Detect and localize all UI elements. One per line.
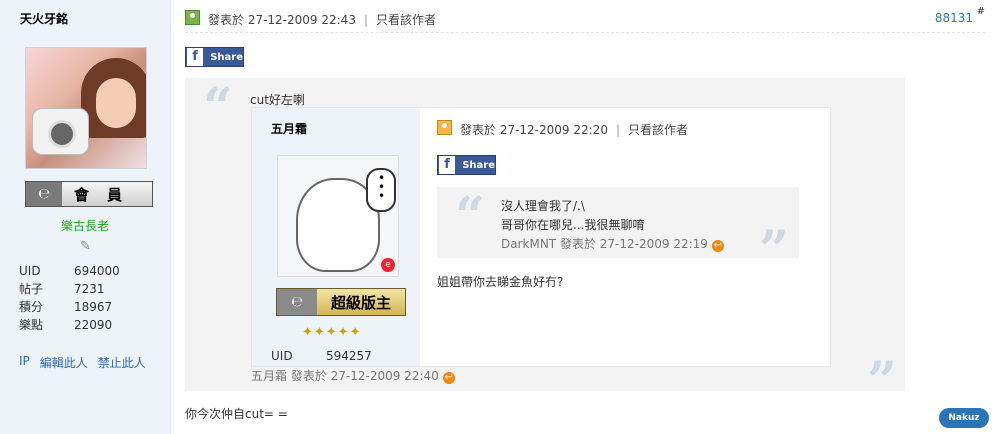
stat-key: UID [271, 349, 293, 363]
outer-quote-source: 五月霜 發表於 27-12-2009 22:40 [251, 369, 439, 383]
outer-quote-block: “ ” cut好左喇 五月霜 • • • e ℮ 超級版主 ✦✦✦✦✦ UID 59… [185, 77, 905, 408]
author-stats: UID 694000 帖子 7231 積分 18967 樂點 22090 [19, 262, 120, 334]
rank-badge-label: 會員 [73, 185, 140, 204]
stat-value: 694000 [74, 264, 120, 278]
avatar-camera-lens [48, 120, 76, 148]
quoted-author-sidebar: 五月霜 • • • e ℮ 超級版主 ✦✦✦✦✦ UID 594257 [252, 108, 420, 366]
quoted-post-meta: 發表於 27-12-2009 22:20 | 只看該作者 [460, 121, 688, 138]
share-label: Share [210, 51, 243, 63]
meta-separator: | [363, 13, 368, 27]
ip-link[interactable]: IP [19, 354, 30, 371]
stat-value: 594257 [326, 349, 372, 363]
stat-row-uid: UID 694000 [19, 262, 120, 280]
rank-level-icon: ✎ [80, 239, 91, 254]
post-hash: # [976, 6, 985, 17]
stat-row-credits: 樂點 22090 [19, 316, 120, 334]
stat-key: 樂點 [19, 318, 44, 332]
author-sidebar: 天火牙銘 ℮ 會員 樂古長老 ✎ UID 694000 帖子 7231 積分 1896… [0, 0, 171, 434]
rank-logo-icon: ℮ [26, 182, 62, 206]
quoted-rank-badge: ℮ 超級版主 [276, 288, 406, 316]
rank-logo-icon: ℮ [277, 289, 317, 315]
post-date: 發表於 27-12-2009 22:43 [208, 13, 356, 27]
post-body-text: 你今次仲自cut= = [185, 407, 288, 421]
nakuz-watermark-logo: Nakuz [939, 408, 989, 428]
nested-quote-source: DarkMNT 發表於 27-12-2009 22:19 [501, 237, 708, 251]
offline-status-icon [437, 120, 452, 135]
rank-stars-icon: ✦✦✦✦✦ [302, 325, 362, 340]
go-to-post-icon[interactable]: ↩ [711, 240, 724, 252]
nested-quote-line: 沒人理會我了/.\ [501, 199, 585, 213]
stat-key: UID [19, 264, 41, 278]
online-status-icon [185, 10, 200, 25]
share-label: Share [462, 159, 495, 171]
post-number[interactable]: 88131 [935, 11, 973, 25]
avatar-ellipsis: • • • [378, 171, 386, 203]
facebook-share-button[interactable]: f Share [437, 155, 496, 175]
author-username[interactable]: 天火牙銘 [20, 10, 68, 27]
ban-user-link[interactable]: 禁止此人 [98, 354, 146, 371]
stat-row-points: 積分 18967 [19, 298, 120, 316]
open-quote-icon: “ [455, 186, 485, 247]
avatar-face [96, 78, 136, 128]
quoted-rank-label: 超級版主 [330, 293, 391, 312]
edit-user-link[interactable]: 編輯此人 [40, 354, 88, 371]
outer-quote-text: cut好左喇 [250, 93, 305, 107]
meta-separator: | [615, 123, 620, 137]
rank-badge: ℮ 會員 [25, 181, 153, 207]
facebook-icon: f [439, 156, 456, 174]
avatar-logo-icon: e [381, 258, 395, 272]
close-quote-icon: ” [759, 220, 789, 281]
stat-value: 18967 [74, 300, 113, 314]
quoted-author-avatar[interactable]: • • • e [277, 155, 399, 277]
close-quote-icon: ” [867, 351, 897, 412]
facebook-share-button[interactable]: f Share [185, 47, 244, 67]
post-header: 發表於 27-12-2009 22:43 | 只看該作者 88131 # [185, 6, 985, 33]
nested-quote-signature: DarkMNT 發表於 27-12-2009 22:19 ↩ [501, 235, 724, 252]
go-to-post-icon[interactable]: ↩ [442, 372, 455, 384]
nested-quote-line: 哥哥你在哪兒...我很無聊唷 [501, 218, 645, 232]
rank-title: 樂古長老 [60, 219, 109, 233]
outer-quote-signature: 五月霜 發表於 27-12-2009 22:40 ↩ [251, 367, 455, 384]
author-avatar[interactable] [25, 47, 147, 169]
quoted-author-username[interactable]: 五月霜 [271, 120, 307, 137]
stat-value: 22090 [74, 318, 113, 332]
stat-row-posts: 帖子 7231 [19, 280, 120, 298]
quoted-uid-row: UID 594257 [271, 349, 372, 363]
stat-key: 積分 [19, 300, 44, 314]
post-meta: 發表於 27-12-2009 22:43 | 只看該作者 [208, 11, 436, 28]
quoted-reply-text: 姐姐帶你去睇金魚好冇? [437, 275, 564, 289]
facebook-icon: f [187, 48, 204, 66]
only-author-link[interactable]: 只看該作者 [628, 123, 688, 137]
author-actions: IP 編輯此人 禁止此人 [19, 354, 146, 371]
open-quote-icon: “ [203, 77, 233, 138]
quoted-post-date: 發表於 27-12-2009 22:20 [460, 123, 608, 137]
stat-value: 7231 [74, 282, 105, 296]
stat-key: 帖子 [19, 282, 44, 296]
only-author-link[interactable]: 只看該作者 [376, 13, 436, 27]
quoted-post-card: 五月霜 • • • e ℮ 超級版主 ✦✦✦✦✦ UID 594257 發表於 27… [251, 107, 831, 367]
nested-quote-block: “ ” 沒人理會我了/.\ 哥哥你在哪兒...我很無聊唷 DarkMNT 發表於… [437, 186, 799, 277]
